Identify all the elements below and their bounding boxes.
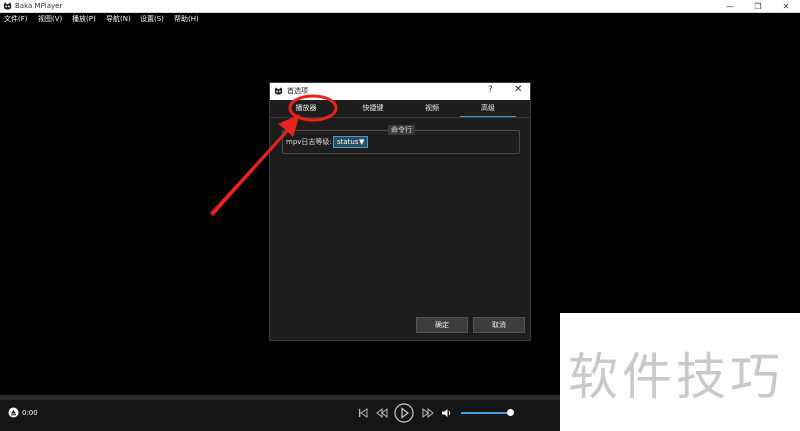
rewind-icon[interactable] [376, 408, 388, 418]
menu-help[interactable]: 帮助(H) [174, 14, 199, 24]
menu-settings[interactable]: 设置(S) [140, 14, 164, 24]
play-button[interactable] [394, 403, 414, 423]
seek-bar[interactable] [0, 395, 560, 400]
volume-handle[interactable] [506, 409, 514, 416]
log-level-label: mpv日志等级: [286, 138, 332, 146]
tab-video[interactable]: 视频 [404, 100, 460, 117]
skip-previous-icon[interactable] [358, 408, 368, 418]
preferences-dialog: 首选项 ? ✕ 播放器 快捷键 视频 高级 命令行 mpv日志等级: statu… [269, 82, 531, 341]
tab-player[interactable]: 播放器 [270, 100, 342, 117]
ok-button[interactable]: 确定 [416, 317, 468, 333]
close-window-button[interactable]: ✕ [772, 0, 800, 13]
eject-icon[interactable] [8, 407, 19, 418]
tab-bar: 播放器 快捷键 视频 高级 [270, 100, 530, 117]
tab-shortcuts[interactable]: 快捷键 [342, 100, 404, 117]
window-titlebar: Baka MPlayer — ❐ ✕ [0, 0, 800, 13]
log-level-value: status [337, 138, 359, 146]
volume-slider[interactable] [461, 409, 514, 416]
speaker-icon[interactable] [441, 408, 452, 418]
cat-logo-icon [274, 87, 283, 95]
menu-playback[interactable]: 播放(P) [72, 14, 96, 24]
cancel-button[interactable]: 取消 [473, 317, 525, 333]
watermark-panel: 软件技巧 [560, 313, 800, 431]
tab-divider [270, 117, 530, 118]
time-label: 0:00 [22, 409, 38, 417]
dropdown-arrow-icon: ▼ [359, 138, 365, 146]
log-level-select[interactable]: status ▼ [333, 136, 368, 148]
maximize-button[interactable]: ❐ [744, 0, 772, 13]
dialog-title: 首选项 [287, 87, 308, 95]
group-title: 命令行 [388, 125, 415, 135]
volume-level [461, 412, 511, 414]
dialog-close-button[interactable]: ✕ [514, 84, 522, 95]
menu-bar: 文件(F) 视图(V) 播放(P) 导航(N) 设置(S) 帮助(H) [0, 13, 800, 25]
tab-advanced[interactable]: 高级 [460, 100, 516, 117]
menu-navigate[interactable]: 导航(N) [106, 14, 131, 24]
window-title: Baka MPlayer [15, 2, 63, 10]
menu-view[interactable]: 视图(V) [38, 14, 62, 24]
minimize-button[interactable]: — [716, 0, 744, 13]
play-icon [401, 407, 409, 419]
dialog-titlebar: 首选项 ? ✕ [270, 83, 530, 100]
menu-file[interactable]: 文件(F) [4, 14, 28, 24]
help-button[interactable]: ? [488, 85, 493, 95]
watermark-text: 软件技巧 [568, 348, 784, 406]
cat-logo-icon [3, 2, 12, 10]
fast-forward-icon[interactable] [422, 408, 434, 418]
